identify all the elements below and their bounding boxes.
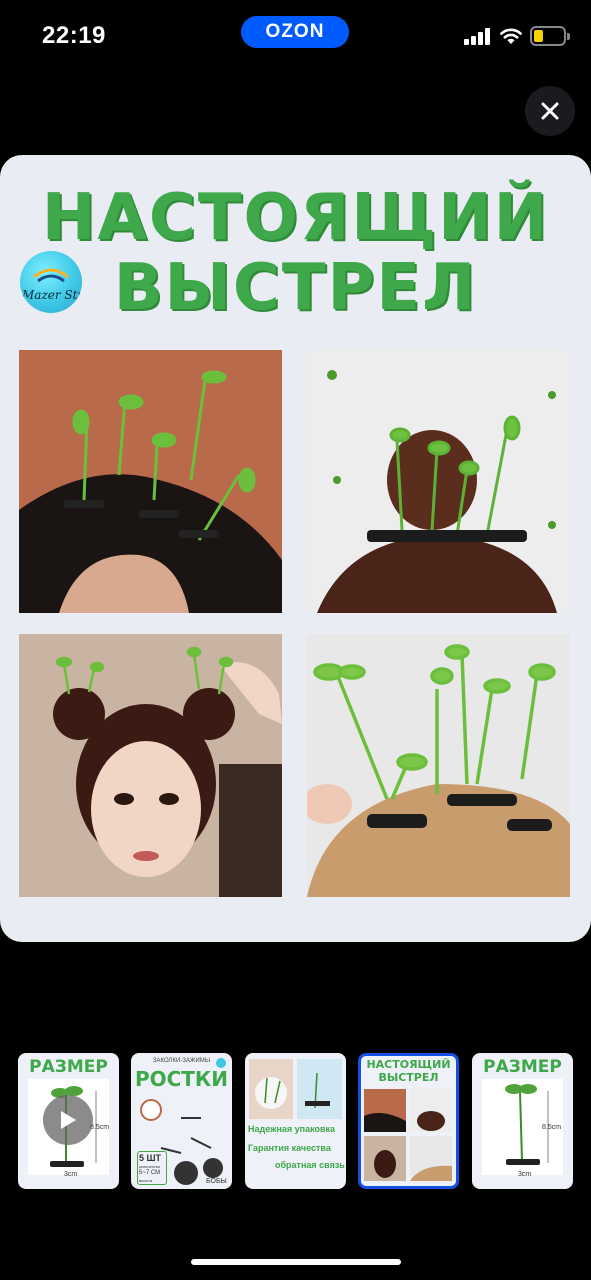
home-indicator[interactable]	[191, 1259, 401, 1265]
status-time: 22:19	[42, 22, 106, 49]
close-button[interactable]	[525, 86, 575, 136]
photo-sprouts-closeup	[307, 634, 570, 897]
wifi-icon	[500, 28, 522, 44]
thumbnail-3[interactable]: Надежная упаковка Гарантия качества обра…	[245, 1053, 346, 1189]
photo-sprouts-bun	[307, 350, 570, 613]
thumbnail-4-active[interactable]: НАСТОЯЩИЙ ВЫСТРЕЛ	[358, 1053, 459, 1189]
brand-logo: Mazer Studi	[20, 251, 82, 313]
logo-text: Mazer Studi	[22, 288, 82, 302]
headline-line1: НАСТОЯЩИЙ	[41, 181, 550, 255]
thumbnail-2-brand: БОБЫ	[206, 1178, 227, 1185]
close-icon	[541, 102, 559, 120]
thumbnail-5-width: 3cm	[518, 1171, 532, 1178]
thumbnail-1-width: 3cm	[64, 1171, 78, 1178]
status-bar: 22:19 OZON	[0, 0, 591, 72]
thumbnail-2-count-label: количество	[139, 1164, 160, 1169]
brand-badge: OZON	[241, 16, 349, 48]
play-icon	[61, 1111, 76, 1129]
thumbnail-5[interactable]: РАЗМЕР 8.5cm 3cm	[472, 1053, 573, 1189]
battery-icon	[530, 26, 570, 46]
thumbnail-3-feature-3: обратная связь	[275, 1160, 345, 1170]
thumbnail-2-count: 5 ШТ	[139, 1153, 162, 1163]
thumbnail-2-height-label: высота	[139, 1178, 153, 1183]
image-headline: НАСТОЯЩИЙ ВЫСТРЕЛ	[0, 183, 591, 323]
photo-sprouts-hair-side	[19, 350, 282, 613]
headline-line2: ВЫСТРЕЛ	[113, 251, 478, 325]
thumbnail-2-height: 5~7 СМ	[139, 1170, 161, 1176]
photo-girl-with-sprouts	[19, 634, 282, 897]
thumbnail-5-height: 8.5cm	[542, 1124, 562, 1131]
signal-icon	[464, 27, 492, 45]
thumbnail-3-feature-1: Надежная упаковка	[248, 1124, 336, 1134]
play-video-button[interactable]	[43, 1095, 93, 1145]
product-image-viewer[interactable]: НАСТОЯЩИЙ ВЫСТРЕЛ Mazer Studi	[0, 155, 591, 942]
thumbnail-2[interactable]: ЗАКОЛКИ-ЗАЖИМЫ РОСТКИ 5 ШТ количество 5~…	[131, 1053, 232, 1189]
thumbnail-3-feature-2: Гарантия качества	[248, 1143, 331, 1153]
thumbnail-1-height: 8.5cm	[90, 1124, 110, 1131]
